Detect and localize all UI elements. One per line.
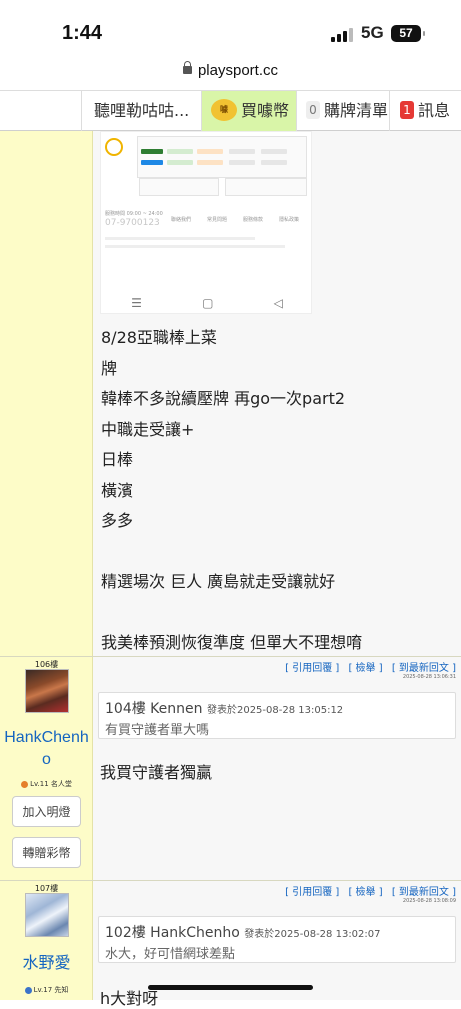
coin-icon: 噱: [211, 98, 237, 121]
status-time: 1:44: [62, 22, 103, 44]
latest-reply-link[interactable]: [ 到最新回文 ]: [392, 663, 456, 674]
battery-icon: 57: [391, 25, 425, 42]
embedded-link-terms: 服務條款: [243, 217, 264, 223]
post-line: [101, 537, 362, 568]
gift-coins-button[interactable]: 轉贈彩幣: [12, 837, 81, 868]
embedded-phone-navbar: ☰ ▢ ◁: [101, 290, 313, 316]
embedded-phone: 07-9700123: [105, 218, 160, 228]
quote-meta: 發表於2025-08-28 13:05:12: [206, 705, 344, 716]
quote-reply-link[interactable]: [ 引用回覆 ]: [285, 887, 339, 898]
url-bar[interactable]: playsport.cc: [0, 61, 461, 90]
nav-buy-coins[interactable]: 噱買噱幣: [201, 91, 296, 131]
user-level-label: Lv.17 先知: [33, 986, 69, 994]
nav-cart-label: 購牌清單: [324, 101, 389, 120]
quote-body: 水大，好可惜網球差點: [105, 947, 236, 962]
post-line: 中職走受讓+: [101, 419, 195, 439]
avatar[interactable]: [25, 669, 69, 713]
post-line: 多多: [101, 511, 134, 530]
post-actions: [ 引用回覆 ] [ 檢舉 ] [ 到最新回文 ]: [279, 659, 456, 674]
score-ring-icon: [105, 138, 123, 156]
quote-header: 102樓 HankChenho 發表於2025-08-28 13:02:07: [105, 922, 381, 942]
home-indicator[interactable]: [148, 985, 313, 990]
nav-cart[interactable]: 0 購牌清單: [296, 91, 389, 131]
nav-buy-coins-label: 買噱幣: [241, 101, 290, 120]
home-square-icon: ▢: [202, 296, 214, 310]
user-level: Lv.17 先知: [0, 985, 93, 995]
menu-icon: ☰: [131, 296, 142, 310]
status-bar: 1:44 5G 57: [0, 0, 461, 62]
cart-count-badge: 0: [306, 100, 320, 119]
reply-text: 我買守護者獨贏: [100, 763, 213, 782]
nav-user[interactable]: 聽哩勒咕咕...: [81, 91, 201, 131]
quoted-post: 104樓 Kennen 發表於2025-08-28 13:05:12 有買守護者…: [98, 692, 456, 739]
embedded-link-faq: 常見問題: [207, 217, 228, 223]
report-link[interactable]: [ 檢舉 ]: [348, 887, 382, 898]
avatar[interactable]: [25, 893, 69, 937]
back-triangle-icon: ◁: [273, 296, 283, 310]
quote-body: 有買守護者單大嗎: [105, 723, 210, 738]
forum-post: 107樓 水野愛 Lv.17 先知 [ 引用回覆 ] [ 檢舉 ] [ 到最新回…: [0, 881, 461, 1008]
nav-messages[interactable]: 1 訊息: [389, 91, 461, 131]
latest-reply-link[interactable]: [ 到最新回文 ]: [392, 887, 456, 898]
post-line: 我美棒預測恢復準度 但單大不理想唷: [101, 633, 363, 652]
post-line: 牌: [101, 358, 118, 378]
quote-floor: 104樓 Kennen: [105, 701, 203, 717]
user-level-label: Lv.11 名人堂: [30, 780, 72, 788]
post-timestamp: 2025-08-28 13:08:09: [402, 898, 456, 904]
message-count-badge: 1: [400, 100, 414, 119]
embedded-link-contact: 聯絡我們: [171, 217, 192, 223]
signal-icon: [331, 27, 355, 42]
post-actions: [ 引用回覆 ] [ 檢舉 ] [ 到最新回文 ]: [279, 883, 456, 898]
username[interactable]: 水野愛: [0, 953, 93, 975]
username[interactable]: HankChenho: [0, 727, 93, 771]
post-content: [ 引用回覆 ] [ 檢舉 ] [ 到最新回文 ] 2025-08-28 13:…: [93, 881, 461, 1008]
post-line: 精選場次 巨人 廣島就走受讓就好: [101, 572, 336, 591]
report-link[interactable]: [ 檢舉 ]: [348, 663, 382, 674]
post-body-text: 8/28亞職棒上菜 牌 韓棒不多說續壓牌 再go一次part2 中職走受讓+ 日…: [101, 323, 362, 659]
embedded-hours: 服務時間 09:00 ~ 24:00: [105, 211, 163, 217]
post-sidebar: [0, 131, 93, 657]
quote-floor: 102樓 HankChenho: [105, 925, 240, 941]
top-nav: 聽哩勒咕咕... 噱買噱幣 0 購牌清單 1 訊息: [0, 90, 461, 131]
quote-header: 104樓 Kennen 發表於2025-08-28 13:05:12: [105, 698, 343, 718]
follow-button[interactable]: 加入明燈: [12, 796, 81, 827]
post-line: 日棒: [101, 450, 134, 469]
post-line: 韓棒不多說續壓牌 再go一次part2: [101, 389, 346, 408]
network-type: 5G: [361, 23, 384, 42]
forum-post: 服務時間 09:00 ~ 24:00 07-9700123 聯絡我們 常見問題 …: [0, 131, 461, 657]
post-line: [101, 598, 362, 629]
quote-reply-link[interactable]: [ 引用回覆 ]: [285, 663, 339, 674]
level-badge-icon: [21, 780, 29, 788]
embedded-screenshot-image: 服務時間 09:00 ~ 24:00 07-9700123 聯絡我們 常見問題 …: [100, 131, 312, 314]
post-sidebar: 107樓 水野愛 Lv.17 先知: [0, 881, 93, 1000]
lock-icon: [182, 61, 192, 74]
user-level: Lv.11 名人堂: [0, 779, 93, 789]
nav-user-label: 聽哩勒咕咕...: [94, 101, 190, 120]
post-content: [ 引用回覆 ] [ 檢舉 ] [ 到最新回文 ] 2025-08-28 13:…: [93, 657, 461, 880]
embedded-link-privacy: 隱私政策: [279, 217, 300, 223]
level-badge-icon: [24, 986, 32, 994]
post-timestamp: 2025-08-28 13:06:31: [402, 674, 456, 680]
quoted-post: 102樓 HankChenho 發表於2025-08-28 13:02:07 水…: [98, 916, 456, 963]
post-sidebar: 106樓 HankChenho Lv.11 名人堂 加入明燈 轉贈彩幣: [0, 657, 93, 880]
forum-post: 106樓 HankChenho Lv.11 名人堂 加入明燈 轉贈彩幣 [ 引用…: [0, 657, 461, 880]
post-line: 8/28亞職棒上菜: [101, 328, 217, 347]
quote-meta: 發表於2025-08-28 13:02:07: [244, 929, 381, 940]
post-line: 橫濱: [101, 480, 134, 500]
url-domain: playsport.cc: [197, 62, 279, 79]
post-content: 服務時間 09:00 ~ 24:00 07-9700123 聯絡我們 常見問題 …: [93, 131, 461, 657]
nav-messages-label: 訊息: [418, 101, 451, 120]
